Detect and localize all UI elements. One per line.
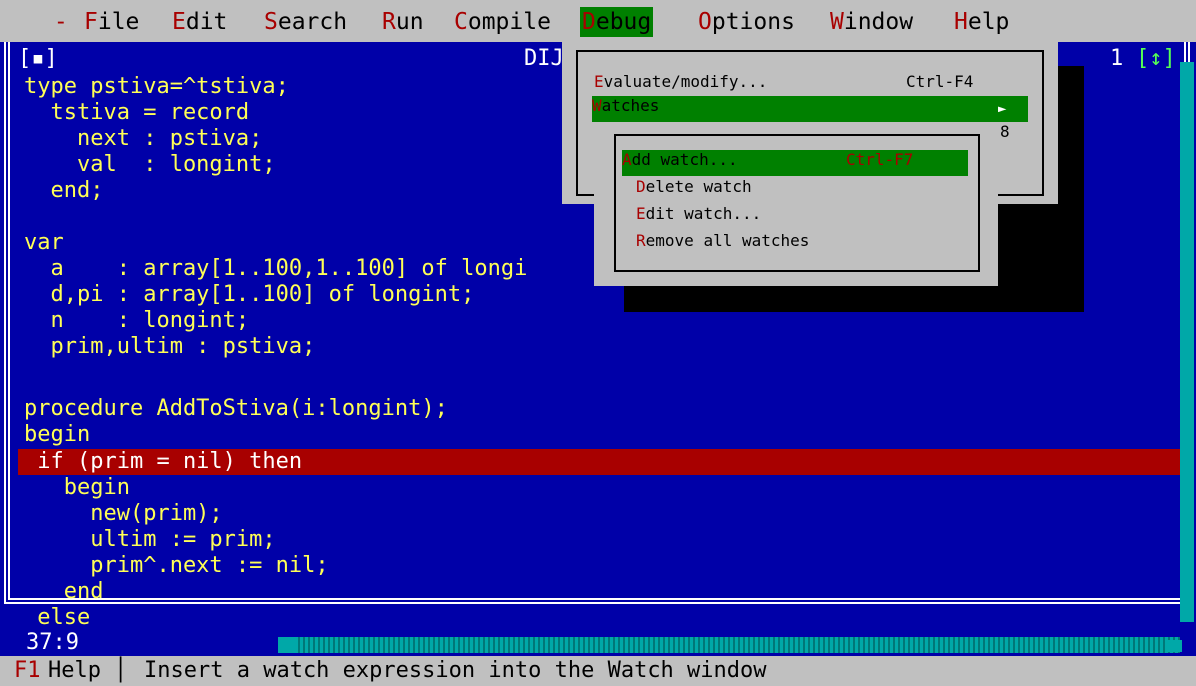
menu-compile[interactable]: Compile	[452, 7, 553, 37]
code-line: prim,ultim : pstiva;	[24, 334, 316, 359]
code-line: next : pstiva;	[24, 126, 263, 151]
code-line: else	[24, 605, 91, 630]
code-line: tstiva = record	[24, 100, 250, 125]
menu-help[interactable]: Help	[952, 7, 1011, 37]
code-line: end	[24, 579, 104, 604]
zoom-icon[interactable]: [↕]	[1136, 46, 1176, 72]
code-line: type pstiva=^tstiva;	[24, 74, 289, 99]
menu-debug[interactable]: Debug	[580, 7, 654, 37]
code-line: new(prim);	[24, 501, 223, 526]
status-key-label[interactable]: Help	[48, 656, 101, 686]
menu-options[interactable]: Options	[696, 7, 797, 37]
scroll-right-arrow-icon[interactable]	[1168, 640, 1182, 652]
menu-system[interactable]: -	[38, 7, 84, 37]
code-line: ultim := prim;	[24, 527, 276, 552]
code-line: begin	[24, 422, 91, 447]
scroll-left-arrow-icon[interactable]	[278, 637, 298, 653]
menu-item-remove-all-watches[interactable]: Remove all watches	[636, 231, 809, 250]
menu-edit[interactable]: Edit	[170, 7, 229, 37]
vertical-scrollbar[interactable]	[1180, 62, 1194, 622]
menu-file[interactable]: File	[82, 7, 141, 37]
menu-item-add-watch[interactable]: Add watch...	[622, 150, 968, 176]
submenu-arrow-icon: ►	[998, 101, 1007, 117]
code-line: d,pi : array[1..100] of longint;	[24, 282, 475, 307]
menu-search[interactable]: Search	[262, 7, 349, 37]
menu-item-delete-watch[interactable]: Delete watch	[636, 177, 752, 196]
cursor-position: 37:9	[20, 630, 85, 656]
status-key[interactable]: F1	[14, 656, 41, 686]
menu-window[interactable]: Window	[828, 7, 915, 37]
menu-hidden-digit: 8	[1000, 122, 1010, 141]
code-line: val : longint;	[24, 152, 276, 177]
horizontal-scrollbar[interactable]	[280, 637, 1180, 653]
status-hint: Insert a watch expression into the Watch…	[144, 658, 767, 683]
code-line: if (prim = nil) then	[24, 449, 303, 474]
evaluate-shortcut: Ctrl-F4	[906, 72, 974, 91]
code-line: prim^.next := nil;	[24, 553, 329, 578]
menu-run[interactable]: Run	[380, 7, 426, 37]
code-line: a : array[1..100,1..100] of longi	[24, 256, 528, 281]
code-line: var	[24, 230, 64, 255]
menu-item-watches[interactable]: Watches	[592, 96, 1028, 122]
window-number: 1	[1110, 46, 1124, 72]
code-line: begin	[24, 475, 130, 500]
code-line: n : longint;	[24, 308, 250, 333]
status-separator: │	[114, 658, 128, 683]
add-watch-shortcut: Ctrl-F7	[846, 150, 914, 169]
menu-item-edit-watch[interactable]: Edit watch...	[636, 204, 761, 223]
code-line: procedure AddToStiva(i:longint);	[24, 396, 448, 421]
code-line: end;	[24, 178, 104, 203]
close-icon[interactable]: [▪]	[18, 46, 58, 72]
